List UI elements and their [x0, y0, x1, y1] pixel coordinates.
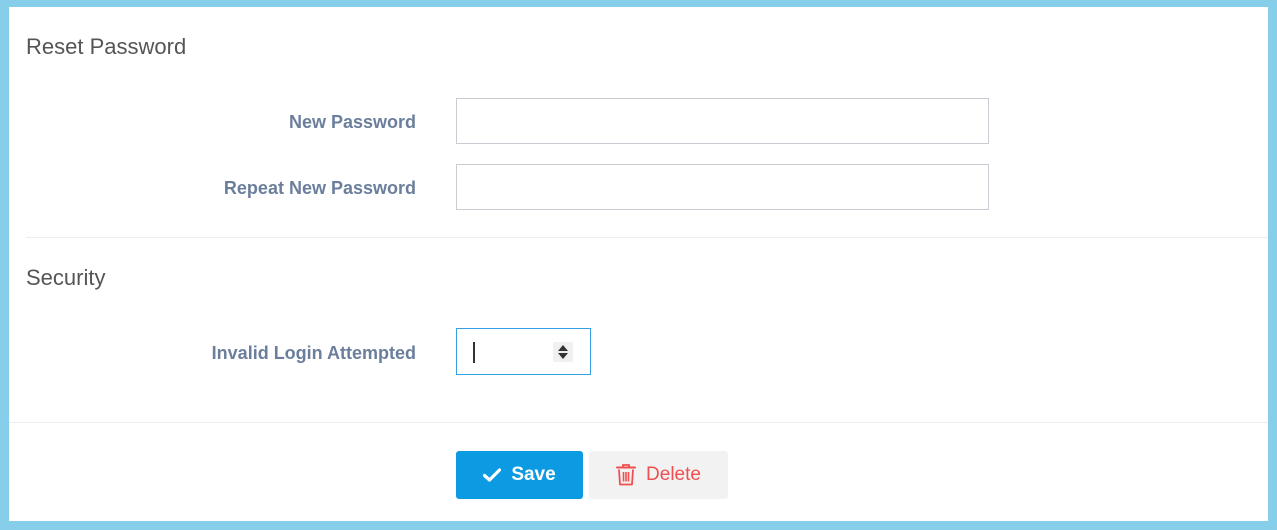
- repeat-new-password-input[interactable]: [456, 164, 989, 210]
- text-caret: [473, 342, 475, 363]
- spin-up-icon[interactable]: [558, 345, 568, 351]
- trash-icon: [616, 464, 637, 486]
- save-button-label: Save: [511, 464, 556, 485]
- check-icon: [483, 468, 502, 482]
- new-password-label: New Password: [288, 112, 416, 132]
- spin-down-icon[interactable]: [558, 353, 568, 359]
- delete-button-label: Delete: [646, 464, 701, 485]
- number-spinner[interactable]: [553, 342, 573, 362]
- delete-button[interactable]: Delete: [589, 451, 728, 499]
- invalid-login-attempted-label: Invalid Login Attempted: [211, 343, 416, 363]
- section-divider: [26, 237, 1268, 238]
- save-button[interactable]: Save: [456, 451, 583, 499]
- new-password-input[interactable]: [456, 98, 989, 144]
- repeat-new-password-label: Repeat New Password: [223, 178, 416, 198]
- security-heading: Security: [26, 265, 106, 290]
- invalid-login-attempted-input[interactable]: [456, 328, 591, 375]
- reset-password-heading: Reset Password: [26, 34, 187, 59]
- actions-divider: [9, 422, 1268, 423]
- settings-panel: Reset Password New Password Repeat New P…: [0, 0, 1277, 530]
